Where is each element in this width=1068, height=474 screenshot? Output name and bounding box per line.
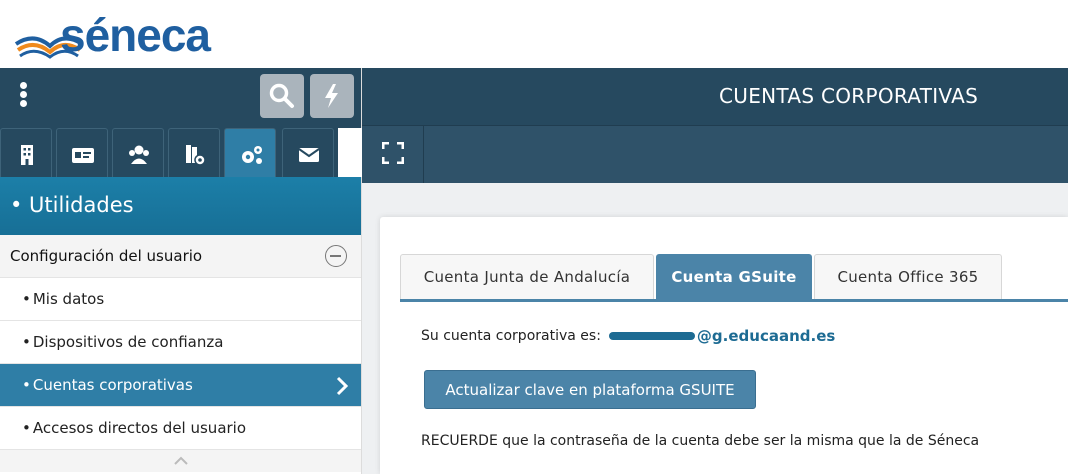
seneca-logo: séneca	[14, 6, 234, 66]
quick-access-button[interactable]	[310, 74, 354, 118]
tab-junta-andalucia[interactable]: Cuenta Junta de Andalucía	[400, 254, 654, 299]
tab-mensajes[interactable]	[282, 128, 334, 177]
main-header: CUENTAS CORPORATIVAS	[362, 68, 1068, 125]
account-line: Su cuenta corporativa es: @g.educaand.es	[421, 327, 835, 345]
expand-icon	[382, 142, 404, 164]
menu-item-cuentas-corporativas[interactable]: • Cuentas corporativas	[0, 364, 361, 407]
menu-item-accesos-directos[interactable]: • Accesos directos del usuario	[0, 407, 361, 450]
id-card-icon	[72, 148, 94, 163]
more-options-icon[interactable]	[16, 82, 30, 112]
section-title: • Utilidades	[0, 177, 361, 235]
account-label: Su cuenta corporativa es:	[421, 328, 601, 344]
envelope-icon	[298, 148, 320, 162]
menu-group-configuracion[interactable]: Configuración del usuario	[0, 235, 361, 278]
account-tabs: Cuenta Junta de Andalucía Cuenta GSuite …	[400, 254, 1068, 302]
password-note: RECUERDE que la contraseña de la cuenta …	[421, 433, 980, 449]
page-title: CUENTAS CORPORATIVAS	[719, 84, 979, 108]
collapse-icon[interactable]	[325, 245, 347, 267]
sidebar: • Utilidades Configuración del usuario •…	[0, 68, 362, 474]
tab-utilidades[interactable]	[224, 128, 276, 177]
building-icon	[21, 145, 33, 165]
search-icon	[269, 83, 294, 108]
fullscreen-button[interactable]	[362, 126, 424, 183]
email-domain: @g.educaand.es	[696, 327, 836, 345]
brand-name: séneca	[60, 9, 211, 61]
sidebar-tabs	[0, 124, 362, 177]
menu-item-dispositivos[interactable]: • Dispositivos de confianza	[0, 321, 361, 364]
scroll-up-button[interactable]	[0, 450, 361, 472]
menu-item-mis-datos[interactable]: • Mis datos	[0, 278, 361, 321]
menu-group-label: Configuración del usuario	[10, 247, 203, 265]
main-toolbar	[362, 125, 1068, 183]
tab-alumnado[interactable]	[112, 128, 164, 177]
tab-centro[interactable]	[0, 128, 52, 177]
book-settings-icon	[186, 145, 206, 166]
gears-icon	[242, 146, 262, 164]
users-icon	[129, 145, 149, 164]
tab-personal[interactable]	[56, 128, 108, 177]
tab-office-365[interactable]: Cuenta Office 365	[814, 254, 1002, 299]
search-button[interactable]	[260, 74, 304, 118]
sidebar-toolbar	[0, 68, 361, 124]
lightning-icon	[325, 84, 338, 108]
chevron-up-icon	[173, 456, 188, 465]
update-password-button[interactable]: Actualizar clave en plataforma GSUITE	[424, 370, 756, 409]
tab-documentos[interactable]	[168, 128, 220, 177]
redacted-username	[608, 332, 695, 340]
chevron-right-icon	[336, 376, 349, 396]
tab-gsuite[interactable]: Cuenta GSuite	[656, 254, 812, 299]
